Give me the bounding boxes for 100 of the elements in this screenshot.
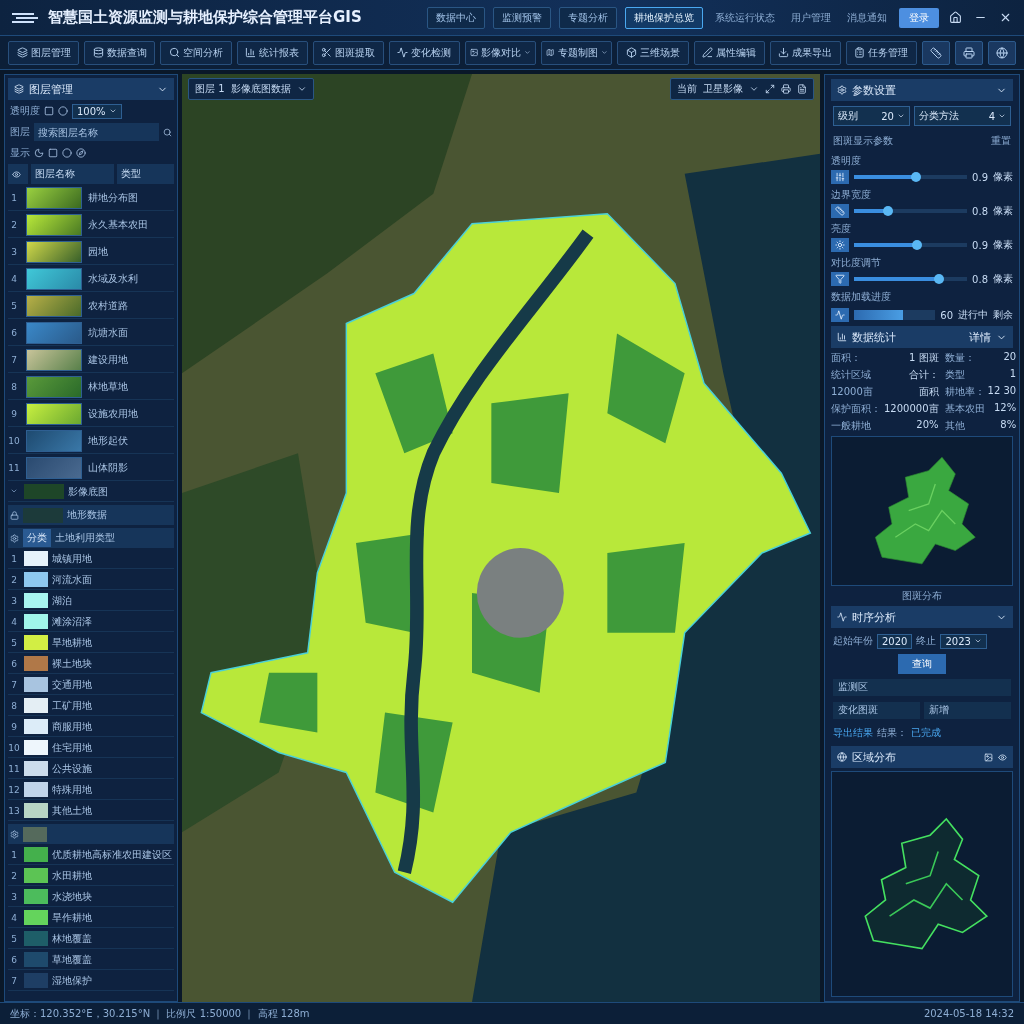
- circle-icon[interactable]: [58, 106, 68, 116]
- layer-select[interactable]: 图层 1 影像底图数据: [188, 78, 314, 100]
- bar-chart-icon: [837, 332, 847, 342]
- caret-icon[interactable]: [749, 84, 759, 94]
- document-icon[interactable]: [797, 84, 807, 94]
- change-field[interactable]: 变化图斑: [833, 701, 920, 719]
- header-link[interactable]: 系统运行状态: [711, 10, 779, 25]
- eye-icon[interactable]: [998, 752, 1007, 762]
- toolbar-button[interactable]: 影像对比: [465, 40, 537, 65]
- toolbar-button[interactable]: 成果导出: [769, 40, 841, 65]
- panel-header[interactable]: 数据统计 详情: [831, 326, 1013, 348]
- result-label: 结果：: [877, 726, 907, 740]
- layer-name[interactable]: 农村道路: [88, 298, 128, 313]
- layer-name[interactable]: 设施农用地: [88, 406, 138, 421]
- layer-name[interactable]: 永久基本农田: [88, 217, 148, 232]
- toolbar-button[interactable]: 属性编辑: [693, 40, 765, 65]
- stat-value: 12 30: [987, 385, 1017, 398]
- slider-track[interactable]: [854, 277, 968, 281]
- layer-name[interactable]: 山体阴影: [88, 460, 128, 475]
- method-select[interactable]: 分类方法 4: [913, 106, 1011, 126]
- view-select[interactable]: 卫星影像: [703, 82, 743, 96]
- layer-name[interactable]: 坑塘水面: [88, 325, 128, 340]
- slider-track[interactable]: [854, 209, 968, 213]
- panel-header[interactable]: 图层管理: [8, 78, 174, 100]
- pulse-icon: [835, 310, 845, 320]
- toolbar-button[interactable]: 统计报表: [236, 40, 308, 65]
- stat-label: 12000亩: [831, 385, 873, 399]
- printer-icon[interactable]: [781, 84, 791, 94]
- layer-name[interactable]: 水域及水利: [88, 271, 138, 286]
- toolbar-button[interactable]: 空间分析: [160, 40, 232, 65]
- row-index: 7: [10, 354, 18, 365]
- circle-icon[interactable]: [62, 148, 72, 158]
- legend-label: 特殊用地: [52, 782, 92, 797]
- layer-name[interactable]: 林地草地: [88, 379, 128, 394]
- search-field[interactable]: 搜索图层名称: [34, 123, 159, 141]
- panel-header[interactable]: 区域分布: [831, 746, 1013, 768]
- export-link[interactable]: 导出结果: [833, 726, 873, 740]
- panel-header[interactable]: 时序分析: [831, 606, 1013, 628]
- compass-icon[interactable]: [76, 148, 86, 158]
- toolbar-button[interactable]: 专题制图: [541, 40, 613, 65]
- legend-label: 旱地耕地: [52, 635, 92, 650]
- stat-label: 其他: [944, 419, 965, 433]
- nav-tab[interactable]: 耕地保护总览: [625, 6, 703, 29]
- slider-thumb[interactable]: [882, 206, 893, 216]
- stat-label: 面积：: [831, 351, 861, 365]
- toolbar-button[interactable]: 三维场景: [617, 40, 689, 65]
- slider-thumb[interactable]: [911, 172, 922, 182]
- layer-name[interactable]: 影像底图: [68, 484, 108, 499]
- query-button[interactable]: 查询: [898, 654, 946, 674]
- ruler-icon[interactable]: [922, 40, 951, 65]
- panel-header[interactable]: 参数设置: [831, 79, 1013, 101]
- slider-track[interactable]: [854, 175, 968, 179]
- layer-name[interactable]: 园地: [88, 244, 108, 259]
- reset-link[interactable]: 重置: [991, 134, 1011, 148]
- unit-label: 像素: [993, 238, 1013, 252]
- group-header[interactable]: 地形数据: [8, 505, 174, 525]
- nav-tab[interactable]: 专题分析: [559, 6, 617, 29]
- header-link[interactable]: 消息通知: [843, 10, 891, 25]
- layer-name[interactable]: 耕地分布图: [88, 190, 138, 205]
- stat-label: 统计区域: [831, 368, 871, 382]
- image-icon[interactable]: [984, 752, 993, 762]
- eye-icon: [12, 169, 21, 179]
- caret-icon: [600, 48, 608, 57]
- result-link[interactable]: 已完成: [911, 726, 941, 740]
- toolbar-button[interactable]: 图斑提取: [312, 40, 384, 65]
- slider-thumb[interactable]: [912, 240, 923, 250]
- toolbar-button[interactable]: 图层管理: [8, 40, 80, 65]
- square-icon[interactable]: [48, 148, 58, 158]
- level-select[interactable]: 级别 20: [833, 106, 910, 126]
- moon-icon[interactable]: [34, 148, 44, 158]
- to-year-field[interactable]: 2023: [940, 633, 987, 649]
- map-view[interactable]: 图层 1 影像底图数据 当前 卫星影像: [182, 74, 820, 1002]
- globe-icon[interactable]: [988, 40, 1017, 65]
- slider-thumb[interactable]: [933, 274, 944, 284]
- gear-icon: [837, 85, 847, 95]
- fullscreen-icon[interactable]: [765, 84, 775, 94]
- region-field[interactable]: 监测区: [833, 678, 1011, 696]
- ruler-icon: [835, 206, 845, 216]
- nav-tab[interactable]: 数据中心: [427, 6, 485, 29]
- gear-icon: [10, 829, 19, 839]
- nav-tab[interactable]: 监测预警: [493, 6, 551, 29]
- row-index: 1: [10, 192, 18, 203]
- layer-name[interactable]: 建设用地: [88, 352, 128, 367]
- toolbar-button[interactable]: 变化检测: [388, 40, 461, 65]
- slider-track[interactable]: [854, 243, 968, 247]
- layer-name[interactable]: 地形起伏: [88, 433, 128, 448]
- toolbar-button[interactable]: 任务管理: [845, 40, 918, 65]
- opacity-select[interactable]: 100%: [72, 103, 122, 119]
- from-year-field[interactable]: 2020: [877, 633, 913, 649]
- group-header[interactable]: 分类 土地利用类型: [8, 528, 174, 548]
- photo-placeholder: [26, 213, 82, 236]
- home-icon[interactable]: [947, 9, 964, 26]
- printer-icon[interactable]: [955, 40, 984, 65]
- header-link[interactable]: 用户管理: [787, 10, 835, 25]
- column-header[interactable]: 类型: [116, 164, 174, 184]
- type-field[interactable]: 新增: [924, 701, 1011, 719]
- square-icon[interactable]: [44, 106, 54, 116]
- photo-placeholder: [26, 240, 82, 263]
- toolbar-button[interactable]: 数据查询: [84, 40, 156, 65]
- search-icon[interactable]: [163, 127, 172, 137]
